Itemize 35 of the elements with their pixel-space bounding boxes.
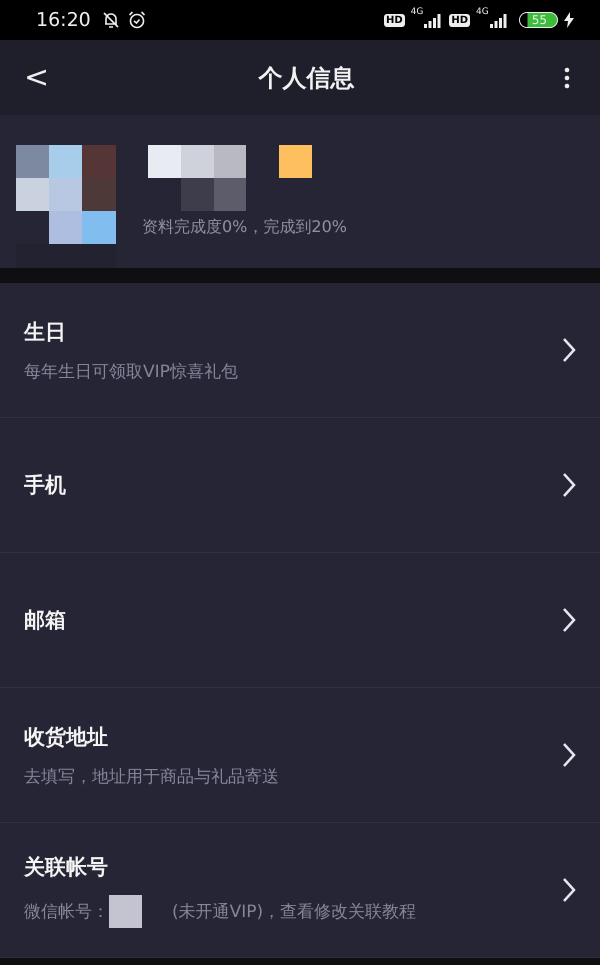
- settings-row[interactable]: 手机: [0, 418, 600, 553]
- hd-badge: HD: [449, 14, 470, 26]
- row-subtitle: 微信帐号：: [24, 900, 109, 922]
- settings-row[interactable]: 邮箱: [0, 553, 600, 688]
- row-title: 邮箱: [24, 607, 67, 634]
- chevron-right-icon: [562, 337, 576, 363]
- row-subtitle: 每年生日可领取VIP惊喜礼包: [24, 360, 239, 382]
- row-title: 关联帐号: [24, 854, 109, 880]
- muted-bell-icon: [100, 10, 121, 30]
- chevron-right-icon: [562, 877, 576, 903]
- settings-row[interactable]: 关联帐号 微信帐号： (未开通VIP)，查看修改关联教程: [0, 823, 600, 958]
- row-title: 手机: [24, 472, 67, 499]
- chevron-right-icon: [562, 607, 576, 633]
- network-type: 4G: [410, 7, 424, 17]
- network-type: 4G: [476, 7, 489, 17]
- chevron-right-icon: [562, 472, 576, 498]
- settings-row[interactable]: 生日 每年生日可领取VIP惊喜礼包: [0, 283, 600, 418]
- completion-text: 资料完成度0%，完成到20%: [142, 217, 347, 238]
- more-options-icon[interactable]: [564, 66, 570, 88]
- redacted-account-drawing: [109, 894, 142, 928]
- chevron-right-icon: [562, 742, 576, 768]
- signal-icon: [488, 12, 509, 28]
- row-subtitle: 去填写，地址用于商品与礼品寄送: [24, 766, 280, 788]
- page-title: 个人信息: [258, 62, 355, 94]
- row-subtitle: (未开通VIP)，查看修改关联教程: [172, 900, 416, 922]
- row-title: 生日: [24, 318, 67, 346]
- back-button[interactable]: <: [24, 60, 50, 95]
- clock-time: 16:20: [36, 9, 91, 31]
- signal-icon: [423, 12, 444, 28]
- row-title: 收货地址: [24, 724, 109, 750]
- hd-badge: HD: [384, 14, 405, 26]
- battery-indicator: 55: [518, 12, 558, 28]
- alarm-clock-icon: [126, 10, 147, 30]
- charging-bolt-icon: [564, 12, 574, 28]
- settings-row[interactable]: 收货地址 去填写，地址用于商品与礼品寄送: [0, 688, 600, 823]
